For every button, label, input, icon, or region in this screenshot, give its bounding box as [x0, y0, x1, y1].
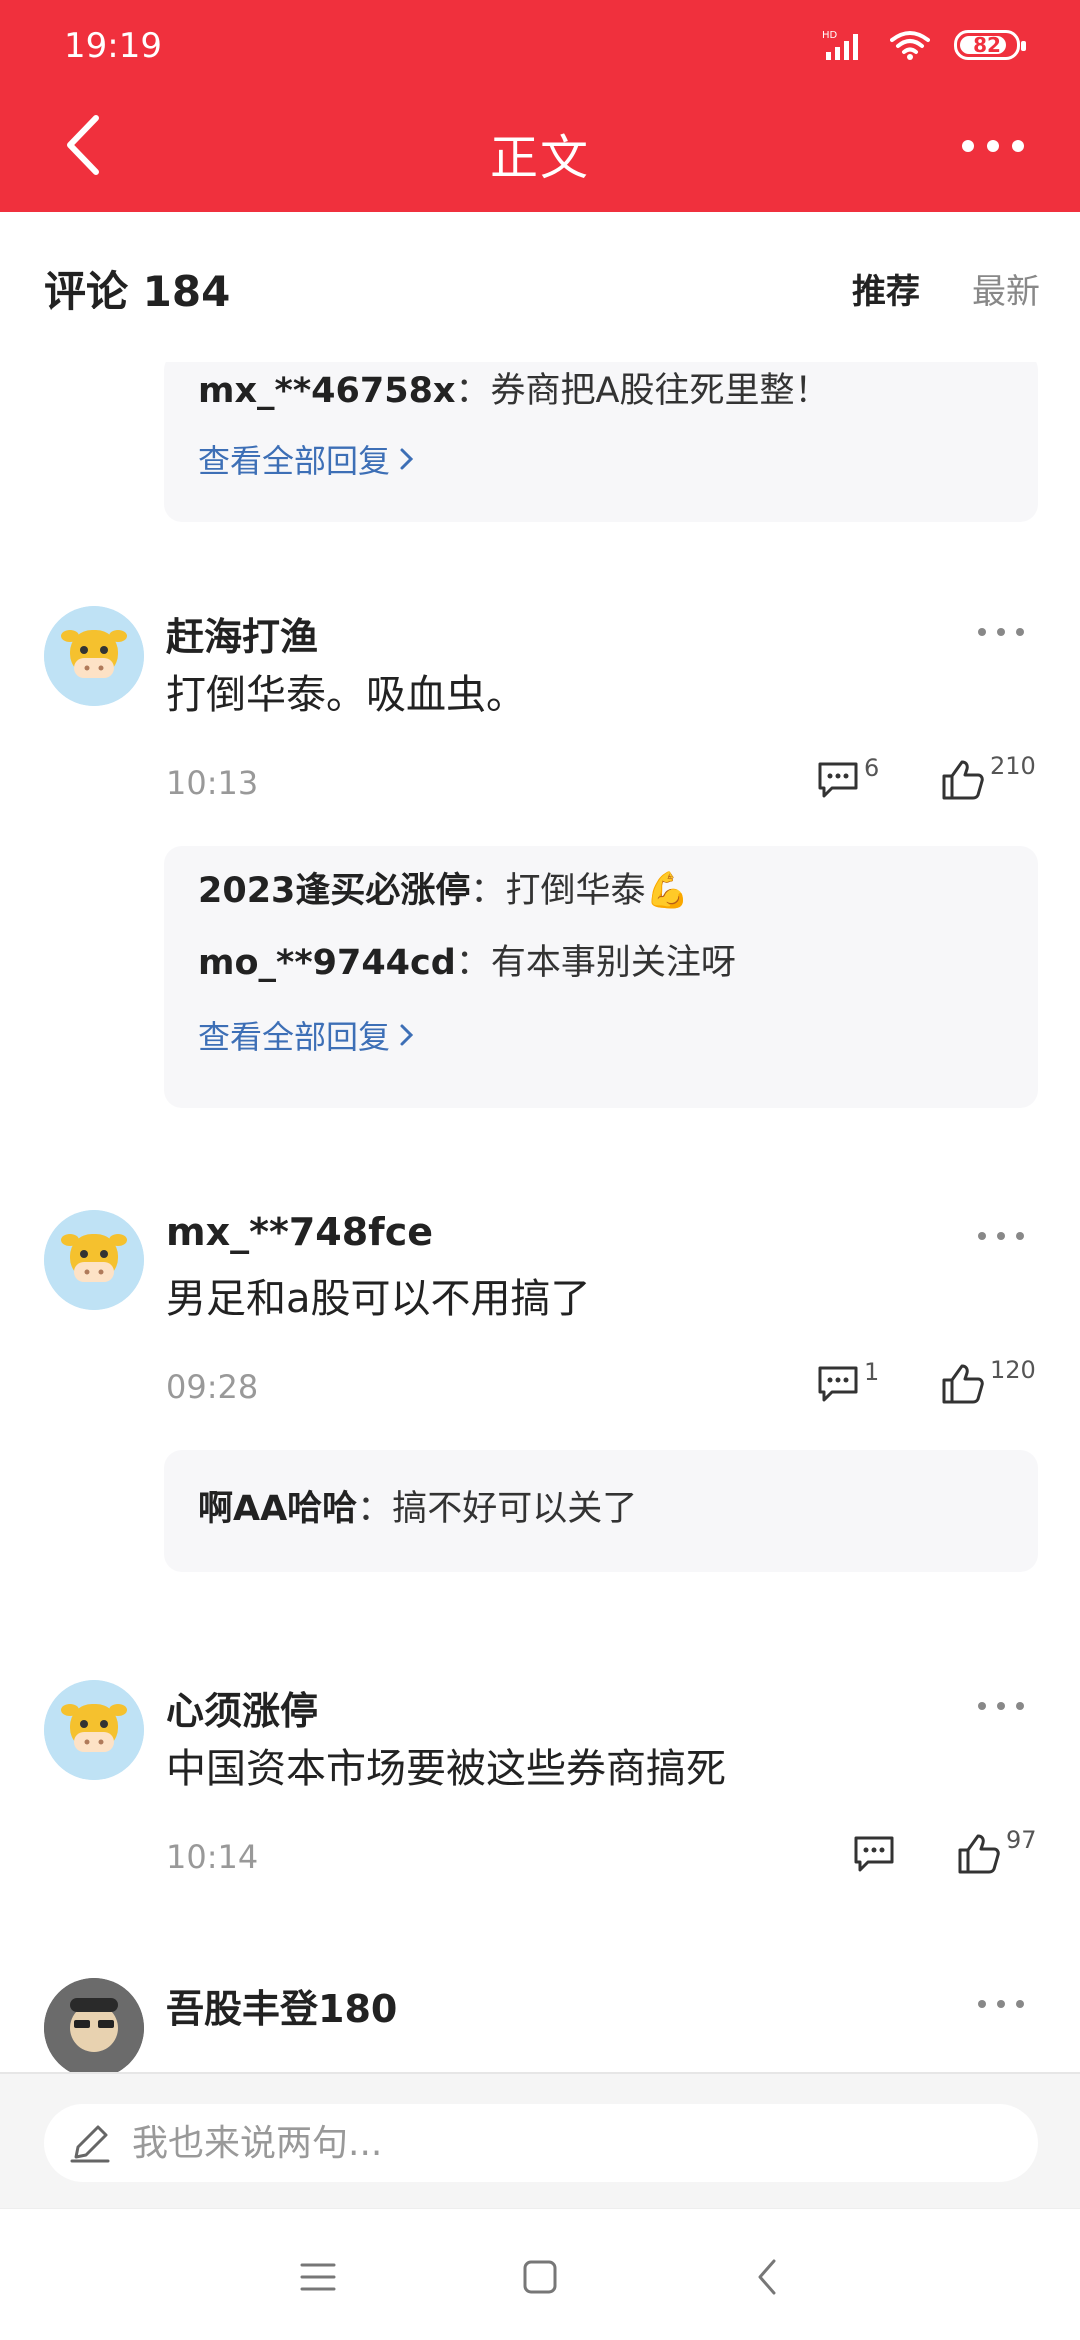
battery-icon: 82 — [954, 30, 1026, 60]
reply-username[interactable]: 啊AA哈哈 — [198, 1489, 357, 1529]
reply-line: mo_**9744cd：有本事别关注呀 — [198, 943, 736, 983]
reply-box: 2023逢买必涨停：打倒华泰💪 mo_**9744cd：有本事别关注呀 查看全部… — [164, 846, 1038, 1108]
wifi-icon — [890, 31, 930, 60]
like-count: 210 — [990, 752, 1036, 780]
reply-box: 啊AA哈哈：搞不好可以关了 — [164, 1450, 1038, 1572]
reply-line: mx_**46758x：券商把A股往死里整！ — [198, 371, 830, 411]
tab-recommended[interactable]: 推荐 — [852, 264, 920, 313]
battery-level: 82 — [973, 33, 1001, 57]
comment-input-bar — [0, 2072, 1080, 2208]
tab-latest[interactable]: 最新 — [972, 264, 1040, 313]
comment-more-button[interactable] — [976, 622, 1026, 642]
signal-icon: HD — [822, 30, 858, 60]
more-options-button[interactable] — [958, 126, 1028, 166]
like-button[interactable]: 210 — [940, 752, 1036, 802]
view-all-replies-link[interactable]: 查看全部回复 — [198, 436, 418, 482]
like-button[interactable]: 97 — [956, 1826, 1037, 1876]
comment-item: 吾股丰登180 — [0, 1972, 1080, 2072]
comment-more-button[interactable] — [976, 1696, 1026, 1716]
reply-text: 搞不好可以关了 — [392, 1489, 638, 1529]
reply-username[interactable]: mx_**46758x — [198, 371, 456, 411]
reply-button[interactable]: 6 — [816, 754, 879, 800]
cow-avatar-icon — [44, 1680, 144, 1780]
status-icons: HD 82 — [822, 28, 1026, 62]
comment-username[interactable]: 吾股丰登180 — [166, 1978, 397, 2033]
comment-input[interactable] — [132, 2122, 982, 2164]
menu-icon[interactable] — [290, 2249, 346, 2305]
like-count: 120 — [990, 1356, 1036, 1384]
comment-list[interactable]: mx_**46758x：券商把A股往死里整！ 查看全部回复 赶海打渔 打倒华泰。… — [0, 362, 1080, 2072]
avatar[interactable] — [44, 1210, 144, 1310]
comment-time: 10:14 — [166, 1838, 259, 1876]
comments-header: 评论 184 推荐 最新 — [0, 212, 1080, 362]
view-all-replies-link[interactable]: 查看全部回复 — [198, 1012, 418, 1058]
comment-content: 打倒华泰。吸血虫。 — [166, 672, 526, 718]
thumbs-up-icon — [958, 1834, 1000, 1874]
comment-item: mx_**748fce 男足和a股可以不用搞了 09:28 1 120 啊AA哈… — [0, 1202, 1080, 1582]
comment-bubble-icon — [854, 1836, 894, 1872]
comment-content: 中国资本市场要被这些券商搞死 — [166, 1746, 726, 1792]
reply-text: 有本事别关注呀 — [490, 943, 736, 983]
reply-count: 1 — [864, 1358, 880, 1386]
comment-username[interactable]: mx_**748fce — [166, 1210, 433, 1254]
view-all-label: 查看全部回复 — [198, 1018, 391, 1056]
thumbs-up-icon — [942, 760, 984, 800]
comment-username[interactable]: 赶海打渔 — [166, 606, 318, 661]
reply-button[interactable] — [852, 1834, 900, 1874]
reply-text: 打倒华泰💪 — [505, 871, 690, 911]
user-photo-avatar — [44, 1978, 144, 2072]
reply-box: mx_**46758x：券商把A股往死里整！ 查看全部回复 — [164, 362, 1038, 522]
comment-content: 男足和a股可以不用搞了 — [166, 1276, 591, 1322]
like-count: 97 — [1006, 1826, 1037, 1854]
reply-line: 啊AA哈哈：搞不好可以关了 — [198, 1489, 638, 1529]
home-icon[interactable] — [512, 2249, 568, 2305]
top-app-bar: 19:19 HD 82 正文 — [0, 0, 1080, 212]
comment-time: 09:28 — [166, 1368, 259, 1406]
thumbs-up-icon — [942, 1364, 984, 1404]
reply-username[interactable]: mo_**9744cd — [198, 943, 456, 983]
cow-avatar-icon — [44, 606, 144, 706]
reply-button[interactable]: 1 — [816, 1358, 879, 1404]
comment-item: 心须涨停 中国资本市场要被这些券商搞死 10:14 97 — [0, 1672, 1080, 1912]
reply-text: 券商把A股往死里整！ — [490, 371, 830, 411]
comment-bubble-icon — [818, 1366, 858, 1402]
avatar[interactable] — [44, 1978, 144, 2072]
comments-count-title: 评论 184 — [44, 267, 231, 316]
reply-line: 2023逢买必涨停：打倒华泰💪 — [198, 871, 690, 911]
chevron-right-icon — [400, 1024, 414, 1046]
reply-count: 6 — [864, 754, 880, 782]
comment-more-button[interactable] — [976, 1994, 1026, 2014]
status-time: 19:19 — [64, 26, 162, 66]
svg-text:HD: HD — [822, 30, 838, 41]
comment-input-pill[interactable] — [44, 2104, 1038, 2182]
comment-time: 10:13 — [166, 764, 259, 802]
comment-bubble-icon — [818, 762, 858, 798]
comment-item: 赶海打渔 打倒华泰。吸血虫。 10:13 6 210 2023逢买必涨停：打倒华… — [0, 598, 1080, 1118]
pencil-icon — [70, 2125, 110, 2163]
view-all-label: 查看全部回复 — [198, 442, 391, 480]
page-title: 正文 — [489, 130, 590, 186]
comment-username[interactable]: 心须涨停 — [166, 1680, 318, 1735]
reply-username[interactable]: 2023逢买必涨停 — [198, 871, 470, 911]
avatar[interactable] — [44, 1680, 144, 1780]
back-nav-icon[interactable] — [740, 2249, 796, 2305]
system-navigation-bar — [0, 2208, 1080, 2340]
comment-more-button[interactable] — [976, 1226, 1026, 1246]
chevron-right-icon — [400, 448, 414, 470]
avatar[interactable] — [44, 606, 144, 706]
cow-avatar-icon — [44, 1210, 144, 1310]
like-button[interactable]: 120 — [940, 1356, 1036, 1406]
